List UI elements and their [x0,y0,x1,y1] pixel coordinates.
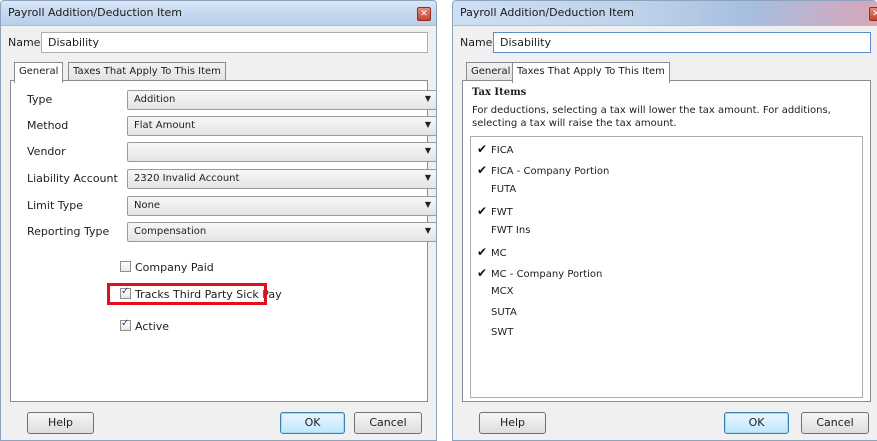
cancel-button[interactable]: Cancel [354,412,422,434]
method-label: Method [27,119,69,132]
help-button[interactable]: Help [27,412,94,434]
name-label: Name [460,36,493,49]
active-label: Active [135,320,170,333]
reporting-type-select[interactable]: Compensation ▼ [127,222,436,242]
checkmark-icon: ✔ [477,204,488,218]
tab-taxes[interactable]: Taxes That Apply To This Item [512,62,670,83]
tab-taxes[interactable]: Taxes That Apply To This Item [68,62,226,82]
name-input[interactable]: Disability [41,32,428,53]
chevron-down-icon: ▼ [424,173,431,182]
type-value: Addition [134,94,176,105]
tax-item-fwt-ins[interactable]: FWT Ins [477,225,530,241]
checkbox-checked-icon [120,318,131,331]
reporting-type-value: Compensation [134,226,207,237]
name-row: Name Disability [460,32,871,54]
payroll-item-dialog-taxes: Payroll Addition/Deduction Item ✕ Name D… [452,0,877,441]
tax-item-mc-company[interactable]: ✔ MC - Company Portion [477,266,602,282]
name-label: Name [8,36,41,49]
chevron-down-icon: ▼ [424,226,431,235]
checkbox-icon [120,261,131,272]
tax-item-futa[interactable]: FUTA [477,184,516,200]
chevron-down-icon: ▼ [424,200,431,209]
dialog-title: Payroll Addition/Deduction Item [8,6,182,19]
tax-item-suta[interactable]: SUTA [477,307,517,323]
tax-items-list: ✔ FICA ✔ FICA - Company Portion FUTA ✔ FWT … [470,136,863,398]
reporting-type-label: Reporting Type [27,225,110,238]
name-input[interactable]: Disability [493,32,871,53]
checkmark-icon: ✔ [477,245,488,259]
help-button[interactable]: Help [479,412,546,434]
method-value: Flat Amount [134,120,196,131]
ok-button[interactable]: OK [724,412,789,434]
tax-item-swt[interactable]: SWT [477,327,513,343]
name-row: Name Disability [8,32,428,54]
checkmark-icon: ✔ [477,266,488,280]
limit-type-select[interactable]: None ▼ [127,196,436,216]
highlight-box [107,283,267,305]
liability-account-select[interactable]: 2320 Invalid Account ▼ [127,169,436,189]
tax-item-mc[interactable]: ✔ MC [477,245,507,261]
chevron-down-icon: ▼ [424,94,431,103]
tax-items-heading: Tax Items [472,87,527,98]
dialog-title: Payroll Addition/Deduction Item [460,6,634,19]
checkmark-icon: ✔ [477,142,488,156]
payroll-item-dialog-general: Payroll Addition/Deduction Item ✕ Name D… [0,0,437,441]
tax-item-mcx[interactable]: MCX [477,286,513,302]
company-paid-checkbox[interactable]: Company Paid [120,261,214,277]
method-select[interactable]: Flat Amount ▼ [127,116,436,136]
title-bar: Payroll Addition/Deduction Item ✕ [1,1,436,26]
tax-items-description: For deductions, selecting a tax will low… [472,105,831,129]
close-icon[interactable]: ✕ [869,7,877,21]
type-select[interactable]: Addition ▼ [127,90,436,110]
type-label: Type [27,93,53,106]
checkmark-icon: ✔ [477,163,488,177]
tax-item-fica-company[interactable]: ✔ FICA - Company Portion [477,163,609,179]
company-paid-label: Company Paid [135,261,214,274]
ok-button[interactable]: OK [280,412,345,434]
limit-type-label: Limit Type [27,199,84,212]
limit-type-value: None [134,200,161,211]
tab-general[interactable]: General [14,62,64,83]
vendor-select[interactable]: ▼ [127,142,436,162]
vendor-label: Vendor [27,145,66,158]
tab-general[interactable]: General [466,62,516,82]
active-checkbox[interactable]: Active [120,318,170,336]
tax-item-fica[interactable]: ✔ FICA [477,142,514,158]
liability-account-label: Liability Account [27,172,118,185]
general-panel: Type Addition ▼ Method Flat Amount ▼ Ven… [10,80,436,402]
chevron-down-icon: ▼ [424,120,431,129]
taxes-panel: Tax Items For deductions, selecting a ta… [462,80,871,402]
chevron-down-icon: ▼ [424,146,431,155]
title-bar: Payroll Addition/Deduction Item ✕ [453,1,877,26]
liability-account-value: 2320 Invalid Account [134,173,240,184]
tax-item-fwt[interactable]: ✔ FWT [477,204,513,220]
close-icon[interactable]: ✕ [417,7,431,21]
cancel-button[interactable]: Cancel [801,412,869,434]
